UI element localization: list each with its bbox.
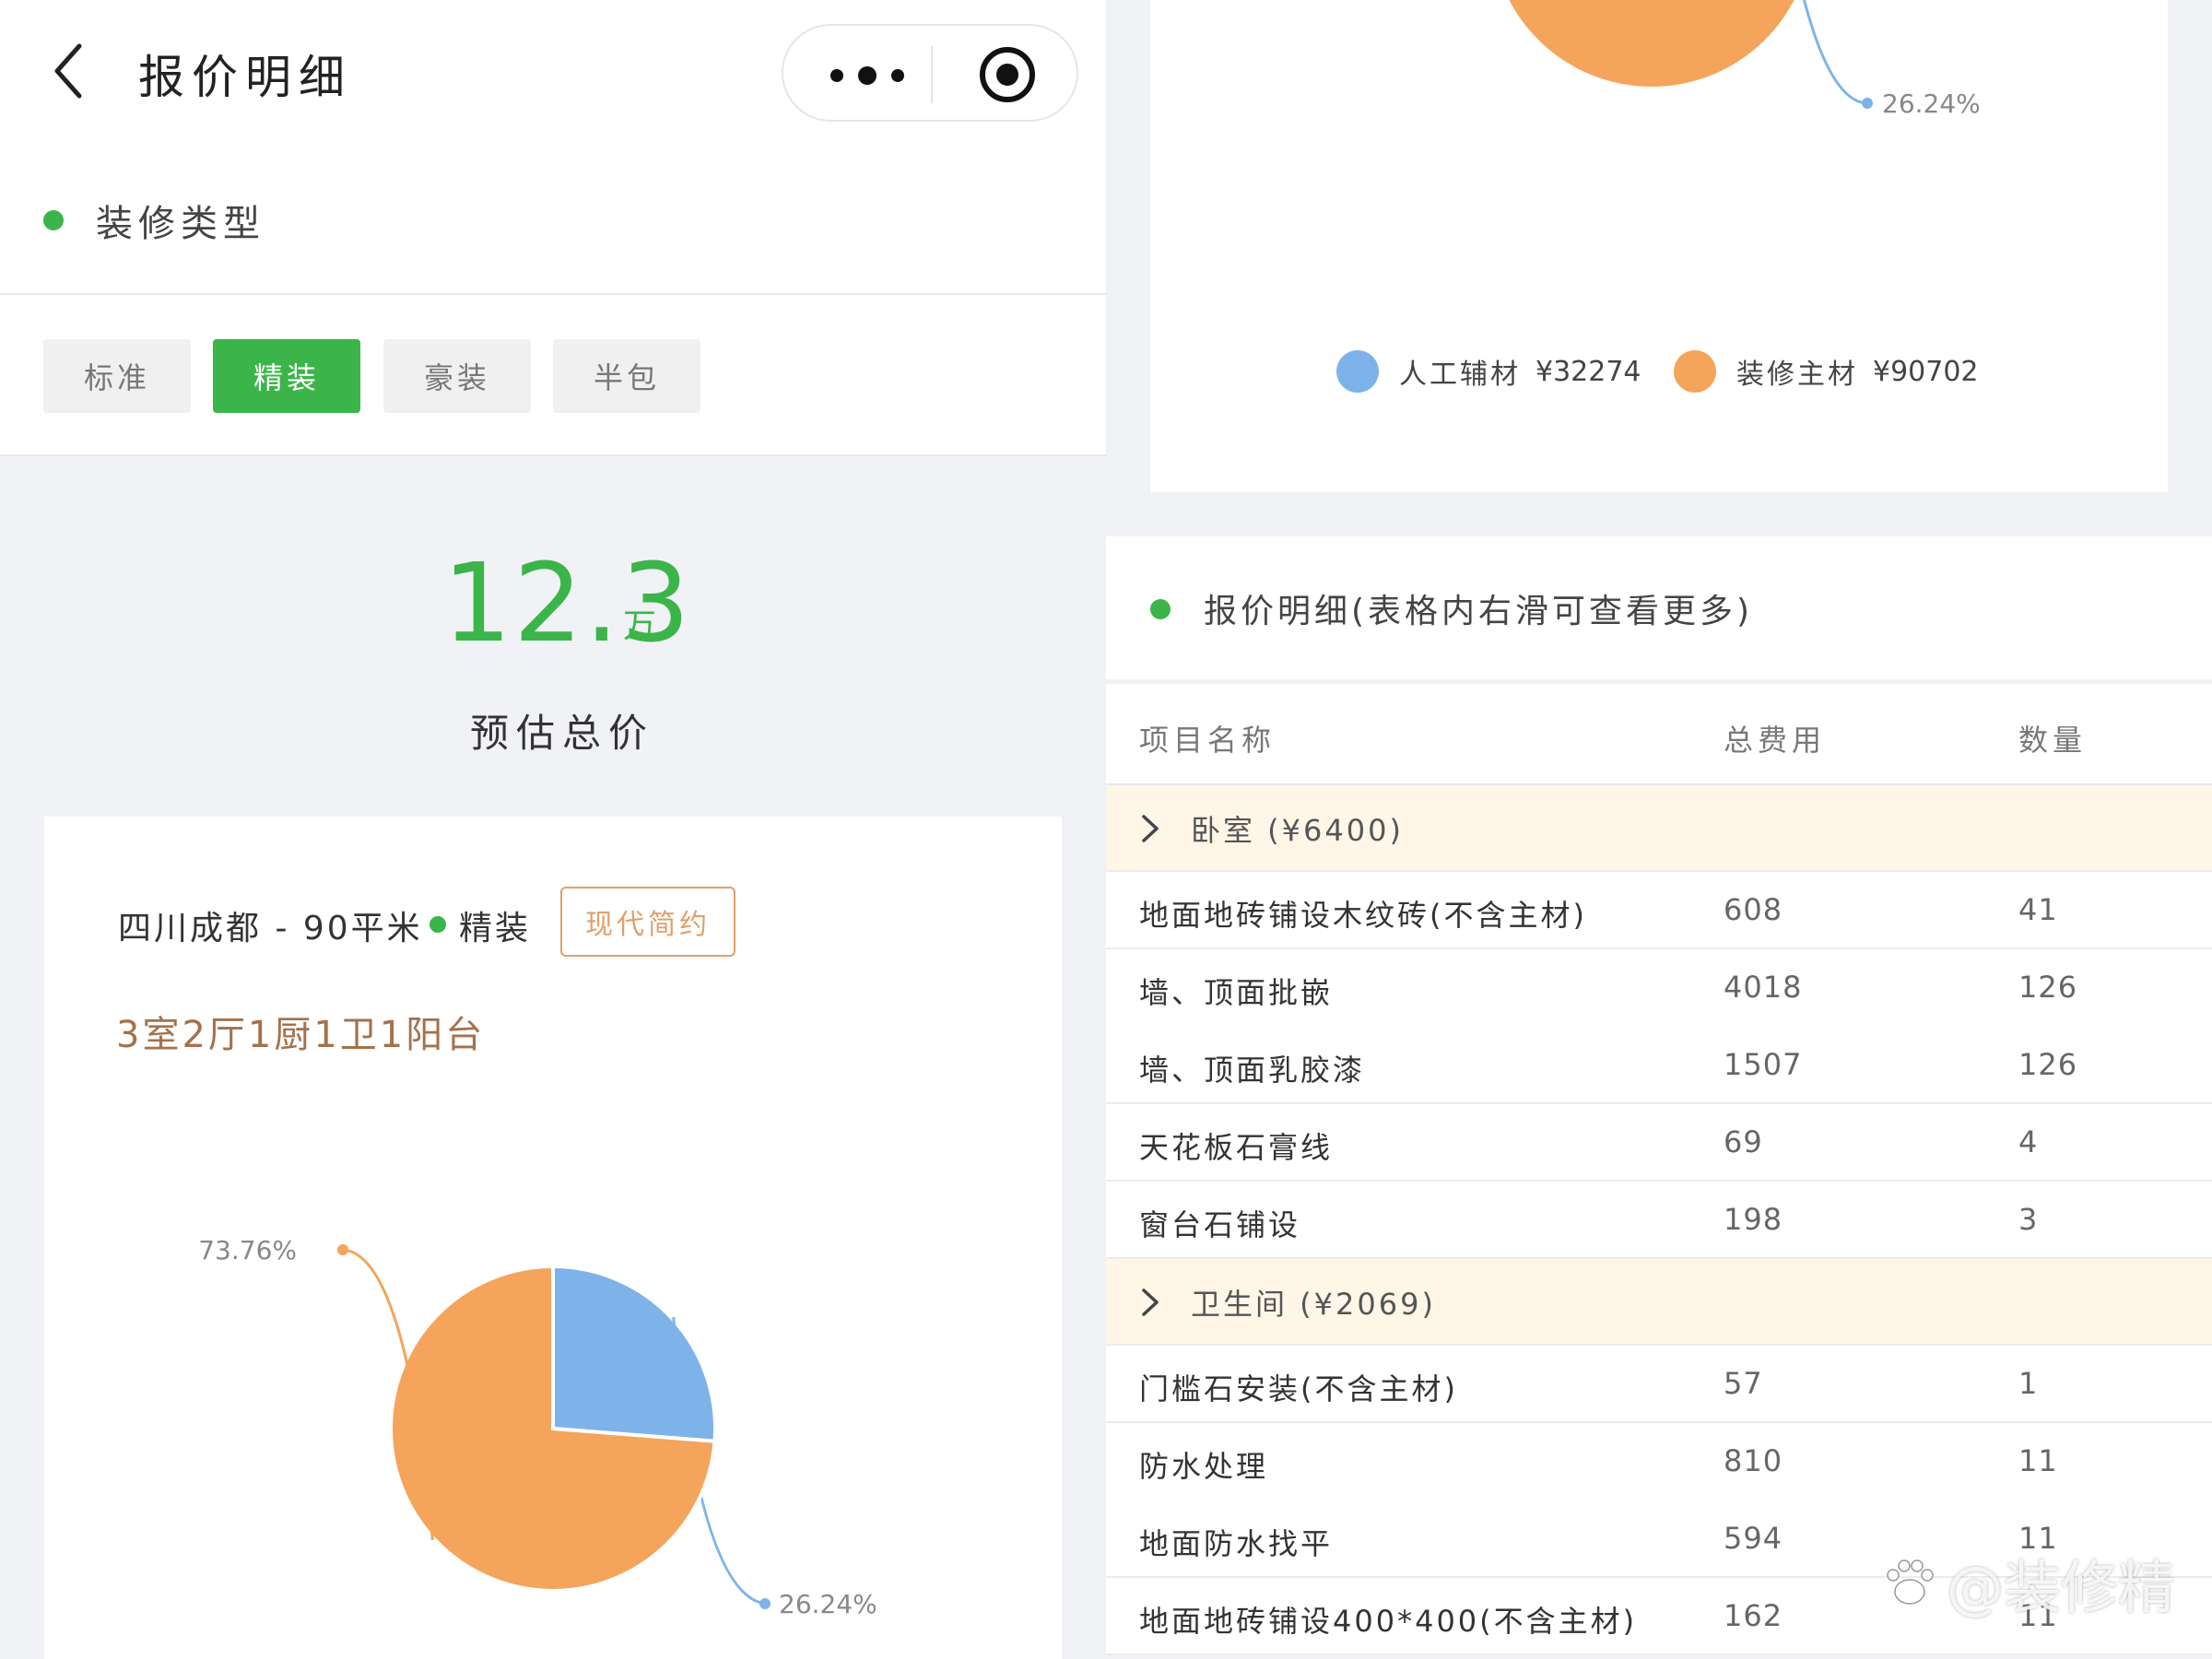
cost-pie-chart: 26.24% 73.76% (198, 1235, 877, 1619)
legend-label-labor: 人工辅材 (1399, 359, 1521, 391)
type-option-half[interactable]: 半包 (553, 339, 700, 413)
cell-name: 天花板石膏线 (1139, 1130, 1334, 1165)
divider (0, 293, 1106, 295)
right-pane: 26.24% 人工辅材 ¥32274 装修主材 ¥90702 报价明细(表格内右… (1106, 0, 2212, 1659)
column-header-qty: 数量 (2018, 723, 2088, 758)
capsule-divider (931, 46, 933, 103)
pie-percent-label-0: 26.24% (1882, 88, 1981, 119)
table-row: 门槛石安装(不含主材) 57 1 (1106, 1346, 2212, 1423)
close-target-icon[interactable] (977, 44, 1038, 105)
style-tag: 现代简约 (560, 887, 735, 957)
cell-qty: 1 (2018, 1366, 2039, 1401)
table-row: 窗台石铺设 198 3 (1106, 1182, 2212, 1259)
cell-name: 地面地砖铺设木纹砖(不含主材) (1139, 898, 1587, 933)
chevron-right-icon[interactable] (1139, 1287, 1161, 1318)
table-row: 墙、顶面批嵌 4018 126 (1106, 949, 2212, 1027)
group-row-bedroom[interactable]: 卧室 (¥6400) (1106, 785, 2212, 872)
cell-qty: 4 (2018, 1124, 2039, 1159)
cell-name: 防水处理 (1139, 1449, 1269, 1484)
table-row: 天花板石膏线 69 4 (1106, 1104, 2212, 1182)
cell-cost: 594 (1724, 1521, 1783, 1556)
section-dot (1150, 599, 1171, 619)
cell-qty: 11 (2018, 1443, 2058, 1478)
cell-cost: 198 (1724, 1202, 1783, 1237)
pie-leader-dot-0 (1862, 98, 1873, 109)
mini-program-capsule (782, 24, 1078, 122)
table-row: 墙、顶面乳胶漆 1507 126 (1106, 1027, 2212, 1104)
decoration-type-title: 装修类型 (96, 203, 265, 245)
cell-name: 墙、顶面批嵌 (1139, 975, 1334, 1010)
detail-table[interactable]: 项目名称 总费用 数量 卧室 (¥6400) 地面地砖铺设木纹砖(不含主材) 6… (1106, 684, 2212, 1655)
cell-cost: 1507 (1724, 1047, 1803, 1082)
pie-percent-label-0: 26.24% (779, 1589, 877, 1619)
detail-title: 报价明细(表格内右滑可查看更多) (1204, 593, 1754, 630)
pie-slice-1 (1505, 0, 1798, 90)
legend-value-labor: ¥32274 (1535, 355, 1641, 388)
group-label: 卫生间 (¥2069) (1191, 1287, 1436, 1322)
detail-header: 报价明细(表格内右滑可查看更多) (1106, 536, 2212, 679)
cell-name: 门槛石安装(不含主材) (1139, 1371, 1458, 1406)
type-option-fine[interactable]: 精装 (213, 339, 360, 413)
pie-leader-dot-1 (337, 1244, 348, 1255)
cell-cost: 810 (1724, 1443, 1783, 1478)
legend-material: 装修主材 ¥90702 (1674, 350, 1979, 393)
page-title: 报价明细 (138, 51, 352, 104)
cell-qty: 126 (2018, 970, 2078, 1005)
project-layout: 3室2厅1厨1卫1阳台 (116, 1014, 486, 1056)
level-dot (429, 916, 446, 933)
column-header-cost: 总费用 (1724, 723, 1827, 758)
cell-name: 墙、顶面乳胶漆 (1139, 1053, 1366, 1088)
legend-label-material: 装修主材 (1736, 359, 1858, 391)
cost-pie-chart-continued: 26.24% (1505, 0, 1981, 119)
watermark: @装修精 (1880, 1541, 2175, 1624)
project-location: 四川成都 - 90平米 (118, 910, 423, 947)
paw-logo-icon (1887, 1559, 1934, 1605)
pie-slice-0 (551, 1264, 717, 1443)
pie-percent-label-1: 73.76% (198, 1235, 297, 1265)
legend-value-material: ¥90702 (1873, 355, 1979, 388)
more-dots-icon[interactable] (826, 57, 909, 94)
pie-leader-dot-0 (759, 1598, 771, 1609)
type-option-standard[interactable]: 标准 (43, 339, 191, 413)
cell-cost: 69 (1724, 1124, 1763, 1159)
group-row-bathroom[interactable]: 卫生间 (¥2069) (1106, 1259, 2212, 1346)
table-row: 防水处理 810 11 (1106, 1423, 2212, 1500)
cell-name: 地面地砖铺设400*400(不含主材) (1139, 1604, 1638, 1639)
cell-qty: 3 (2018, 1202, 2039, 1237)
cell-qty: 126 (2018, 1047, 2078, 1082)
watermark-text: @装修精 (1947, 1554, 2176, 1621)
table-header: 项目名称 总费用 数量 (1106, 684, 2212, 785)
divider (0, 454, 1106, 456)
back-arrow-icon[interactable] (46, 39, 92, 103)
project-level: 精装 (459, 910, 532, 947)
cell-cost: 57 (1724, 1366, 1763, 1401)
legend-swatch-material (1674, 350, 1716, 393)
cell-qty: 41 (2018, 892, 2058, 927)
group-label: 卧室 (¥6400) (1191, 813, 1404, 848)
section-dot (43, 210, 64, 230)
chevron-right-icon[interactable] (1139, 813, 1161, 844)
cell-name: 窗台石铺设 (1139, 1207, 1301, 1242)
legend-swatch-labor (1336, 350, 1379, 393)
cell-cost: 4018 (1724, 970, 1803, 1005)
estimate-unit: 万 (623, 607, 657, 645)
cell-cost: 608 (1724, 892, 1783, 927)
column-header-name: 项目名称 (1139, 723, 1277, 758)
type-option-luxury[interactable]: 豪装 (383, 339, 531, 413)
cell-name: 地面防水找平 (1139, 1526, 1334, 1561)
table-row: 地面地砖铺设木纹砖(不含主材) 608 41 (1106, 872, 2212, 949)
left-pane: 报价明细 装修类型 标准 精装 豪装 半包 12.3 万 预估总价 四川成都 -… (0, 0, 1106, 1659)
legend-labor: 人工辅材 ¥32274 (1336, 350, 1641, 393)
cell-cost: 162 (1724, 1598, 1783, 1633)
estimate-label: 预估总价 (470, 711, 655, 756)
